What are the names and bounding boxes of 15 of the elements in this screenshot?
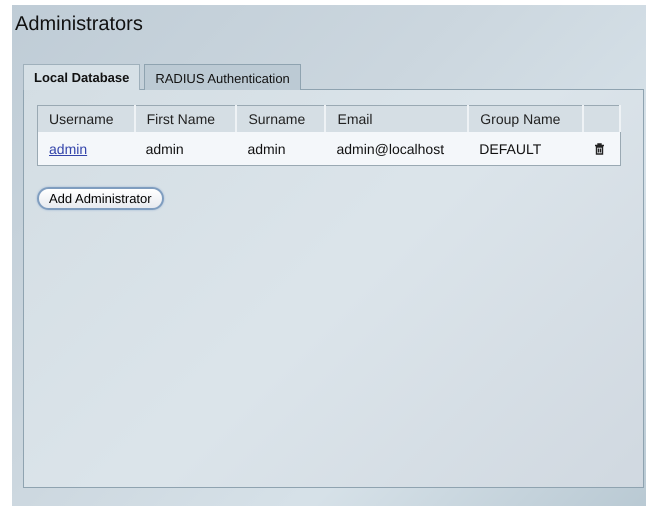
column-header: Surname	[236, 106, 326, 132]
column-header: First Name	[134, 106, 236, 132]
tab[interactable]: Local Database	[23, 64, 140, 90]
page-title: Administrators	[15, 13, 144, 37]
table-cell: DEFAULT	[479, 140, 542, 156]
trash-icon[interactable]	[594, 142, 606, 154]
tab[interactable]: RADIUS Authentication	[144, 64, 301, 90]
column-header: Email	[325, 106, 468, 132]
column-header: Group Name	[468, 106, 584, 132]
table-cell: admin	[247, 140, 286, 156]
column-header: Username	[38, 106, 135, 132]
username-link[interactable]: admin	[49, 140, 88, 156]
add-administrator-button[interactable]: Add Administrator	[37, 187, 164, 210]
table-cell: admin@localhost	[336, 140, 444, 156]
table-cell: admin	[146, 140, 184, 156]
